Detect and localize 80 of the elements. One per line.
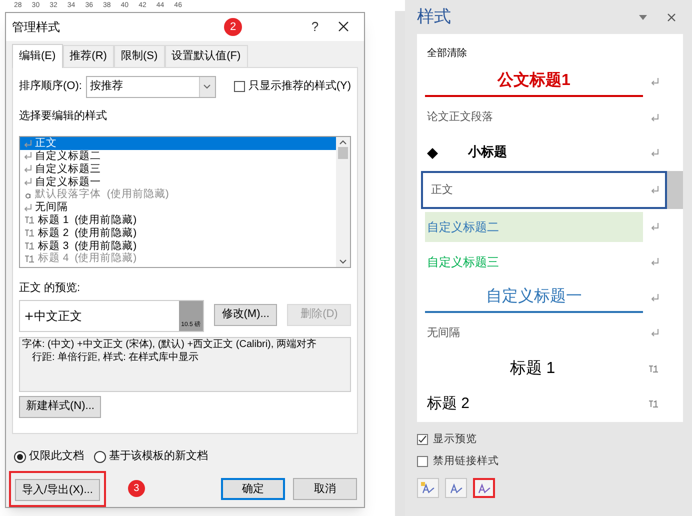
style-item[interactable]: 标题 1 bbox=[421, 350, 669, 386]
scrollbar-thumb[interactable] bbox=[667, 170, 683, 209]
style-inspector-button[interactable] bbox=[445, 478, 467, 498]
style-item[interactable]: 论文正文段落 bbox=[421, 100, 669, 136]
scope-radio[interactable]: 仅限此文档 bbox=[14, 448, 84, 465]
paragraph-mark-icon bbox=[651, 258, 659, 266]
paragraph-mark-icon bbox=[24, 152, 32, 160]
tab[interactable]: 编辑(E) bbox=[12, 44, 63, 68]
window-title: 管理样式 bbox=[12, 18, 60, 36]
cancel-button[interactable]: 取消 bbox=[293, 478, 357, 500]
close-icon bbox=[338, 21, 348, 32]
style-item[interactable]: 正文 bbox=[421, 170, 667, 209]
style-tool-icon bbox=[421, 482, 435, 494]
style-description: 字体: (中文) +中文正文 (宋体), (默认) +西文正文 (Calibri), 两端对齐 bbox=[22, 338, 316, 351]
style-list[interactable]: 正文 自定义标题二 自定义标题三 自定义标题一 默认段落字体 (使用前隐藏) 无间隔 标题 1 (使用前隐藏) 标题 2 (使用前隐藏) 标题 3 (使用前隐藏) 标题 4 (使用前隐藏) bbox=[19, 136, 351, 268]
chevron-down-icon bbox=[203, 84, 212, 90]
paragraph-mark-icon bbox=[24, 165, 32, 174]
import-export-button[interactable]: 导入/导出(X)... bbox=[15, 479, 100, 501]
modify-button[interactable]: 修改(M)... bbox=[214, 304, 278, 326]
style-tool-icon bbox=[477, 482, 491, 494]
scrollbar[interactable] bbox=[336, 137, 350, 268]
diamond-bullet-icon bbox=[427, 148, 438, 159]
paragraph-mark-icon bbox=[651, 329, 659, 338]
style-list-item[interactable]: 正文 bbox=[20, 137, 336, 150]
sort-label: 排序顺序(O): bbox=[19, 78, 82, 94]
close-icon[interactable] bbox=[667, 12, 676, 22]
style-list-item[interactable]: 标题 1 (使用前隐藏) bbox=[20, 214, 336, 227]
step-badge: 2 bbox=[224, 18, 242, 36]
paragraph-mark-icon bbox=[651, 114, 659, 122]
check-icon bbox=[418, 435, 427, 444]
linked-style-icon bbox=[648, 364, 659, 373]
sort-dropdown[interactable]: 按推荐 bbox=[86, 76, 216, 98]
step-badge: 3 bbox=[128, 480, 145, 498]
style-list-item[interactable]: 标题 2 (使用前隐藏) bbox=[20, 226, 336, 240]
paragraph-mark-icon bbox=[651, 149, 659, 158]
style-description: 行距: 单倍行距, 样式: 在样式库中显示 bbox=[31, 350, 199, 364]
manage-styles-button[interactable] bbox=[473, 478, 495, 498]
dropdown-icon[interactable] bbox=[639, 14, 647, 20]
style-list-item[interactable]: 自定义标题一 bbox=[20, 176, 336, 188]
pane-title: 样式 bbox=[417, 6, 451, 28]
option-checkbox[interactable]: 显示预览 bbox=[417, 432, 682, 448]
option-checkbox[interactable]: 禁用链接样式 bbox=[417, 454, 682, 470]
paragraph-mark-icon bbox=[24, 178, 32, 186]
style-item[interactable]: 自定义标题一 bbox=[421, 280, 669, 316]
ok-button[interactable]: 确定 bbox=[221, 478, 285, 500]
paragraph-mark-icon bbox=[651, 186, 659, 194]
style-list-item[interactable]: 无间隔 bbox=[20, 201, 336, 214]
scope-radio[interactable]: 基于该模板的新文档 bbox=[94, 448, 208, 465]
style-tool-icon bbox=[449, 482, 463, 494]
style-list-item[interactable]: 自定义标题三 bbox=[20, 162, 336, 176]
paragraph-mark-icon bbox=[24, 204, 32, 212]
style-list-item[interactable]: 自定义标题二 bbox=[20, 150, 336, 163]
style-item[interactable]: 小标题 bbox=[421, 135, 669, 171]
new-style-button[interactable]: 新建样式(N)... bbox=[19, 396, 102, 418]
style-item[interactable]: 标题 2 bbox=[421, 386, 669, 422]
linked-style-icon bbox=[648, 400, 659, 408]
linked-style-icon bbox=[24, 229, 35, 238]
character-style-icon bbox=[24, 190, 32, 199]
paragraph-mark-icon bbox=[651, 78, 659, 86]
style-list-label: 选择要编辑的样式 bbox=[19, 108, 108, 124]
linked-style-icon bbox=[24, 216, 35, 224]
new-style-button[interactable] bbox=[417, 478, 439, 498]
style-item[interactable]: 公文标题1 bbox=[421, 64, 669, 100]
linked-style-icon bbox=[24, 254, 35, 263]
style-item[interactable]: 无间隔 bbox=[421, 315, 669, 351]
style-list-item[interactable]: 标题 3 (使用前隐藏) bbox=[20, 240, 336, 252]
linked-style-icon bbox=[24, 242, 35, 250]
style-list-item[interactable]: 标题 4 (使用前隐藏) bbox=[20, 252, 336, 266]
paragraph-mark-icon bbox=[651, 294, 659, 302]
preview-label: 正文 的预览: bbox=[19, 280, 82, 296]
paragraph-mark-icon bbox=[24, 140, 32, 148]
tab[interactable]: 限制(S) bbox=[114, 44, 165, 67]
clear-all-item[interactable]: 全部清除 bbox=[421, 46, 683, 64]
tab[interactable]: 推荐(R) bbox=[62, 44, 114, 67]
style-list-item[interactable]: 默认段落字体 (使用前隐藏) bbox=[20, 188, 336, 202]
scrollbar-thumb[interactable] bbox=[338, 147, 348, 160]
recommended-only-checkbox[interactable]: 只显示推荐的样式(Y) bbox=[234, 78, 351, 95]
tab[interactable]: 设置默认值(F) bbox=[164, 44, 248, 67]
paragraph-mark-icon bbox=[651, 222, 659, 231]
help-button[interactable]: ? bbox=[302, 17, 328, 37]
